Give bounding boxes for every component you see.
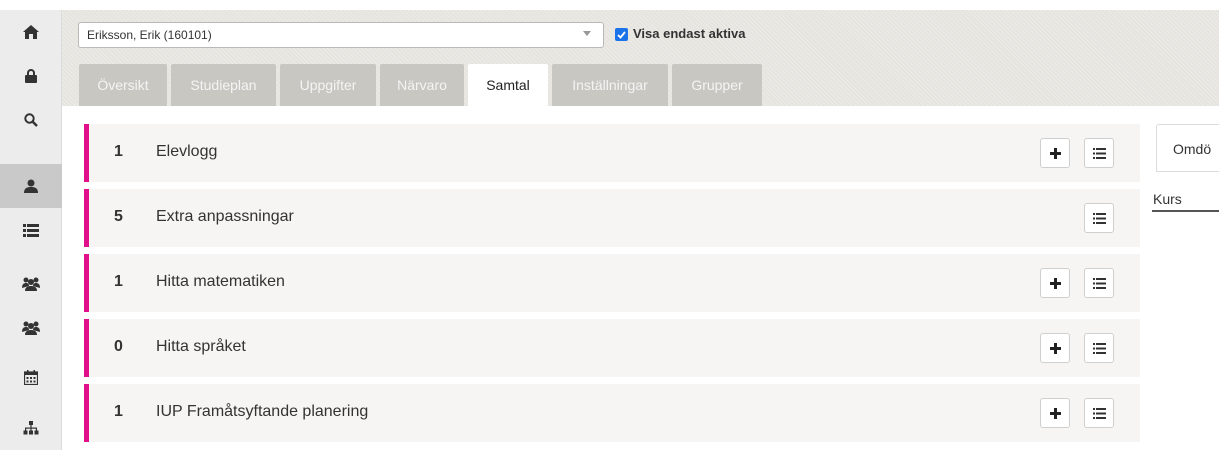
list-button[interactable] xyxy=(1084,138,1114,168)
plus-icon xyxy=(1049,277,1061,289)
item-count: 0 xyxy=(114,338,123,355)
tab-studieplan[interactable]: Studieplan xyxy=(171,64,276,106)
list-icon xyxy=(1092,407,1106,419)
tab-omdome-label: Omdö xyxy=(1173,141,1212,157)
item-title[interactable]: Hitta matematiken xyxy=(156,273,285,291)
list-icon xyxy=(1092,212,1106,224)
list-icon xyxy=(23,223,39,237)
item-count: 5 xyxy=(114,208,123,225)
sidebar-item-groups[interactable] xyxy=(0,262,62,306)
tab-installningar[interactable]: Inställningar xyxy=(552,64,668,106)
accent-bar xyxy=(84,384,89,442)
item-count: 1 xyxy=(114,143,123,160)
checkmark-icon xyxy=(617,30,626,39)
list-icon xyxy=(1092,147,1106,159)
tab-oversikt[interactable]: Översikt xyxy=(79,64,167,106)
list-item: 1 Hitta matematiken xyxy=(84,254,1140,312)
sidebar-item-lock[interactable] xyxy=(0,54,62,98)
tab-samtal[interactable]: Samtal xyxy=(468,64,548,106)
list-button[interactable] xyxy=(1084,268,1114,298)
sidebar-item-student[interactable] xyxy=(0,164,62,208)
home-icon xyxy=(23,25,39,39)
sitemap-icon xyxy=(23,421,39,435)
accent-bar xyxy=(84,319,89,377)
plus-icon xyxy=(1049,147,1061,159)
tab-grupper[interactable]: Grupper xyxy=(672,64,762,106)
item-count: 1 xyxy=(114,403,123,420)
active-only-checkbox[interactable] xyxy=(615,28,628,41)
tab-uppgifter[interactable]: Uppgifter xyxy=(280,64,376,106)
list-button[interactable] xyxy=(1084,398,1114,428)
sidebar-item-list[interactable] xyxy=(0,208,62,252)
item-title[interactable]: Hitta språket xyxy=(156,338,246,356)
sidebar-item-search[interactable] xyxy=(0,98,62,142)
accent-bar xyxy=(84,124,89,182)
accent-bar xyxy=(84,254,89,312)
student-select[interactable]: Eriksson, Erik (160101) xyxy=(78,22,604,48)
search-icon xyxy=(24,113,38,127)
sidebar-item-groups-alt[interactable] xyxy=(0,306,62,350)
student-select-value: Eriksson, Erik (160101) xyxy=(87,28,212,42)
list-item: 1 Elevlogg xyxy=(84,124,1140,182)
list-icon xyxy=(1092,277,1106,289)
sidebar xyxy=(0,10,62,450)
list-button[interactable] xyxy=(1084,203,1114,233)
chevron-down-icon[interactable] xyxy=(583,31,591,36)
add-button[interactable] xyxy=(1040,333,1070,363)
add-button[interactable] xyxy=(1040,398,1070,428)
list-button[interactable] xyxy=(1084,333,1114,363)
add-button[interactable] xyxy=(1040,268,1070,298)
sidebar-item-sitemap[interactable] xyxy=(0,406,62,450)
lock-icon xyxy=(25,69,37,83)
list-item: 1 IUP Framåtsyftande planering xyxy=(84,384,1140,442)
accent-bar xyxy=(84,189,89,247)
group-icon xyxy=(22,277,40,291)
calendar-icon xyxy=(24,369,38,385)
sidebar-item-home[interactable] xyxy=(0,10,62,54)
top-margin xyxy=(0,0,1219,10)
list-item: 0 Hitta språket xyxy=(84,319,1140,377)
item-title[interactable]: Extra anpassningar xyxy=(156,208,294,226)
list-icon xyxy=(1092,342,1106,354)
list-item: 5 Extra anpassningar xyxy=(84,189,1140,247)
tab-narvaro[interactable]: Närvaro xyxy=(380,64,464,106)
plus-icon xyxy=(1049,342,1061,354)
kurs-divider xyxy=(1152,210,1219,212)
user-icon xyxy=(24,179,38,193)
item-count: 1 xyxy=(114,273,123,290)
item-title[interactable]: IUP Framåtsyftande planering xyxy=(156,403,368,421)
group-alt-icon xyxy=(22,321,40,335)
active-only-label[interactable]: Visa endast aktiva xyxy=(633,26,746,41)
tab-omdome[interactable]: Omdö xyxy=(1156,124,1219,172)
item-title[interactable]: Elevlogg xyxy=(156,143,217,161)
add-button[interactable] xyxy=(1040,138,1070,168)
plus-icon xyxy=(1049,407,1061,419)
sidebar-item-calendar[interactable] xyxy=(0,355,62,399)
kurs-column-header: Kurs xyxy=(1153,191,1182,207)
